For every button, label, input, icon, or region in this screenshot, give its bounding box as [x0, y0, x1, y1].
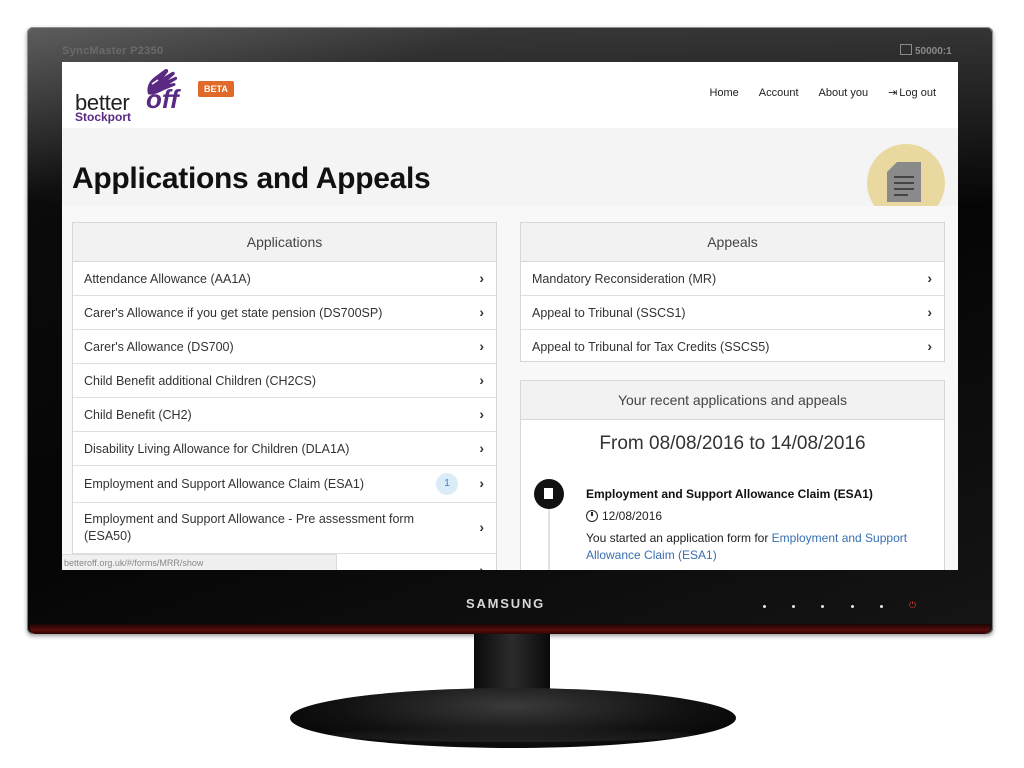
- nav-home[interactable]: Home: [699, 86, 748, 100]
- list-item-label: Child Benefit (CH2): [84, 407, 192, 422]
- chevron-right-icon: ›: [479, 303, 484, 320]
- document-icon: [887, 162, 921, 202]
- list-item[interactable]: Child Benefit additional Children (CH2CS…: [73, 363, 496, 397]
- list-item-label: Employment and Support Allowance Claim (…: [84, 477, 364, 491]
- control-dot[interactable]: [880, 605, 883, 608]
- nav-log-out[interactable]: ⇥ Log out: [878, 86, 946, 100]
- list-item[interactable]: Carer's Allowance (DS700) ›: [73, 329, 496, 363]
- list-item-label: Appeal to Tribunal (SSCS1): [532, 305, 686, 320]
- site-logo[interactable]: better off Stockport BETA: [74, 68, 234, 124]
- site-header: better off Stockport BETA Home Account A…: [62, 62, 958, 128]
- chevron-right-icon: ›: [479, 561, 484, 571]
- chevron-right-icon: ›: [927, 303, 932, 320]
- control-dot[interactable]: [821, 605, 824, 608]
- browser-status-bar: betteroff.org.uk/#/forms/MRR/show: [62, 554, 337, 570]
- main-nav: Home Account About you ⇥ Log out: [699, 86, 946, 100]
- contrast-value: 50000:1: [915, 46, 952, 57]
- applications-panel: Applications Attendance Allowance (AA1A)…: [72, 222, 497, 570]
- list-item[interactable]: Carer's Allowance if you get state pensi…: [73, 295, 496, 329]
- power-icon[interactable]: ⏻: [909, 600, 916, 611]
- content-area: Applications Attendance Allowance (AA1A)…: [62, 206, 958, 570]
- recent-heading: Your recent applications and appeals: [521, 381, 944, 420]
- timeline-entry-date: 12/08/2016: [586, 509, 662, 523]
- screen: better off Stockport BETA Home Account A…: [62, 62, 958, 570]
- list-item[interactable]: Appeal to Tribunal for Tax Credits (SSCS…: [521, 329, 944, 363]
- applications-list: Attendance Allowance (AA1A) › Carer's All…: [73, 262, 496, 570]
- contrast-label: 50000:1: [900, 44, 952, 57]
- beta-badge: BETA: [198, 81, 234, 97]
- clock-icon: [586, 510, 598, 522]
- bezel-bottom-trim: [30, 624, 990, 634]
- list-item[interactable]: Employment and Support Allowance - Pre a…: [73, 502, 496, 553]
- chevron-right-icon: ›: [479, 439, 484, 456]
- list-item[interactable]: Disability Living Allowance for Children…: [73, 431, 496, 465]
- page-title: Applications and Appeals: [72, 162, 431, 195]
- control-dot[interactable]: [792, 605, 795, 608]
- applications-heading: Applications: [73, 223, 496, 262]
- list-item-label: Attendance Allowance (AA1A): [84, 271, 251, 286]
- chevron-right-icon: ›: [479, 337, 484, 354]
- monitor-brand: SAMSUNG: [466, 596, 546, 611]
- nav-log-out-label: Log out: [899, 87, 936, 99]
- chevron-right-icon: ›: [479, 269, 484, 286]
- recent-panel: Your recent applications and appeals Fro…: [520, 380, 945, 570]
- chevron-right-icon: ›: [479, 405, 484, 422]
- stand-base-highlight: [330, 728, 694, 742]
- count-badge: 1: [436, 473, 458, 495]
- date-range: From 08/08/2016 to 14/08/2016: [599, 433, 866, 454]
- nav-account[interactable]: Account: [749, 86, 809, 100]
- control-dot[interactable]: [851, 605, 854, 608]
- chevron-right-icon: ›: [927, 269, 932, 286]
- list-item[interactable]: Appeal to Tribunal (SSCS1) ›: [521, 295, 944, 329]
- timeline-text: You started an application form for: [586, 531, 772, 545]
- list-item[interactable]: Child Benefit (CH2) ›: [73, 397, 496, 431]
- chevron-right-icon: ›: [479, 371, 484, 388]
- timeline-entry-text: You started an application form for Empl…: [586, 530, 926, 564]
- timeline-document-icon: [534, 479, 564, 509]
- nav-about-you[interactable]: About you: [809, 86, 879, 100]
- appeals-panel: Appeals Mandatory Reconsideration (MR) › …: [520, 222, 945, 362]
- list-item[interactable]: Attendance Allowance (AA1A) ›: [73, 262, 496, 295]
- list-item-label: Child Benefit additional Children (CH2CS…: [84, 373, 317, 388]
- logo-text-stockport: Stockport: [75, 110, 132, 124]
- timeline-date-text: 12/08/2016: [602, 509, 663, 523]
- chevron-right-icon: ›: [927, 337, 932, 354]
- monitor-model-label: SyncMaster P2350: [62, 45, 164, 57]
- list-item[interactable]: Employment and Support Allowance Claim (…: [73, 465, 496, 502]
- contrast-box-icon: [900, 44, 912, 55]
- list-item-label: Appeal to Tribunal for Tax Credits (SSCS…: [532, 339, 770, 354]
- title-band: Applications and Appeals: [62, 128, 958, 222]
- logo-text-off: off: [146, 84, 179, 114]
- list-item-label: Employment and Support Allowance - Pre a…: [84, 512, 415, 543]
- list-item-label: Carer's Allowance (DS700): [84, 339, 234, 354]
- list-item-label: Mandatory Reconsideration (MR): [532, 271, 717, 286]
- appeals-list: Mandatory Reconsideration (MR) › Appeal t…: [521, 262, 944, 363]
- list-item-label: Carer's Allowance if you get state pensi…: [84, 305, 383, 320]
- control-dot[interactable]: [763, 605, 766, 608]
- appeals-heading: Appeals: [521, 223, 944, 262]
- chevron-right-icon: ›: [479, 475, 484, 491]
- logout-icon: ⇥: [888, 87, 898, 99]
- chevron-right-icon: ›: [479, 519, 484, 535]
- list-item[interactable]: Mandatory Reconsideration (MR) ›: [521, 262, 944, 295]
- list-item-label: Disability Living Allowance for Children…: [84, 441, 350, 456]
- timeline-entry-title: Employment and Support Allowance Claim (…: [586, 487, 873, 501]
